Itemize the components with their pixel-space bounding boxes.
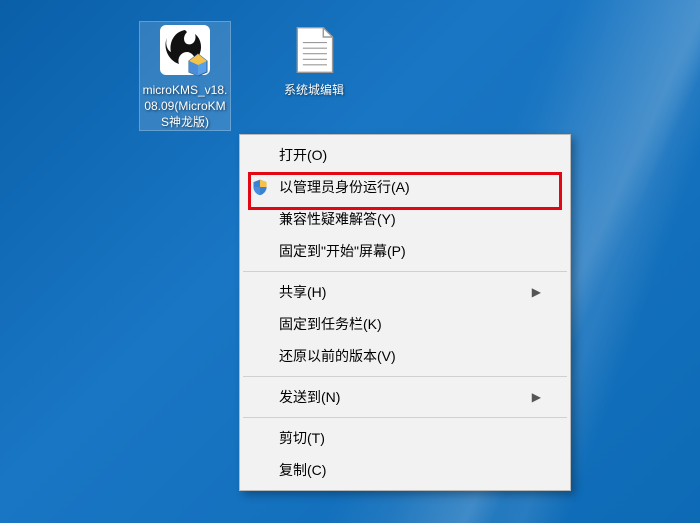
blank-icon [249,208,271,230]
menu-item-label: 剪切(T) [279,428,325,448]
menu-item-cut[interactable]: 剪切(T) [241,422,569,454]
desktop-icon-microkms[interactable]: microKMS_v18.08.09(MicroKMS神龙版) [140,22,230,130]
blank-icon [249,459,271,481]
desktop-icon-label: 系统城编辑 [269,82,359,98]
shield-icon [249,176,271,198]
context-menu: 打开(O) 以管理员身份运行(A) 兼容性疑难解答(Y) 固定到"开始"屏幕(P… [239,134,571,491]
submenu-arrow-icon: ▶ [532,390,541,404]
menu-item-share[interactable]: 共享(H) ▶ [241,276,569,308]
menu-item-label: 打开(O) [279,145,327,165]
menu-item-label: 以管理员身份运行(A) [279,177,410,197]
menu-separator [243,417,567,418]
menu-item-pin-to-taskbar[interactable]: 固定到任务栏(K) [241,308,569,340]
menu-item-open[interactable]: 打开(O) [241,139,569,171]
menu-item-label: 固定到"开始"屏幕(P) [279,241,406,261]
menu-item-compat-troubleshoot[interactable]: 兼容性疑难解答(Y) [241,203,569,235]
blank-icon [249,345,271,367]
menu-item-label: 还原以前的版本(V) [279,346,396,366]
menu-item-send-to[interactable]: 发送到(N) ▶ [241,381,569,413]
menu-item-label: 兼容性疑难解答(Y) [279,209,396,229]
menu-item-label: 共享(H) [279,282,326,302]
textfile-icon [286,22,342,78]
menu-item-copy[interactable]: 复制(C) [241,454,569,486]
desktop-icon-textfile[interactable]: 系统城编辑 [269,22,359,98]
menu-item-restore-previous[interactable]: 还原以前的版本(V) [241,340,569,372]
submenu-arrow-icon: ▶ [532,285,541,299]
menu-item-run-as-admin[interactable]: 以管理员身份运行(A) [241,171,569,203]
menu-item-label: 复制(C) [279,460,326,480]
menu-separator [243,271,567,272]
blank-icon [249,240,271,262]
blank-icon [249,386,271,408]
desktop-icon-label: microKMS_v18.08.09(MicroKMS神龙版) [140,82,230,130]
blank-icon [249,281,271,303]
menu-item-pin-to-start[interactable]: 固定到"开始"屏幕(P) [241,235,569,267]
blank-icon [249,427,271,449]
blank-icon [249,313,271,335]
dragon-app-icon [157,22,213,78]
menu-item-label: 发送到(N) [279,387,340,407]
blank-icon [249,144,271,166]
menu-item-label: 固定到任务栏(K) [279,314,382,334]
menu-separator [243,376,567,377]
